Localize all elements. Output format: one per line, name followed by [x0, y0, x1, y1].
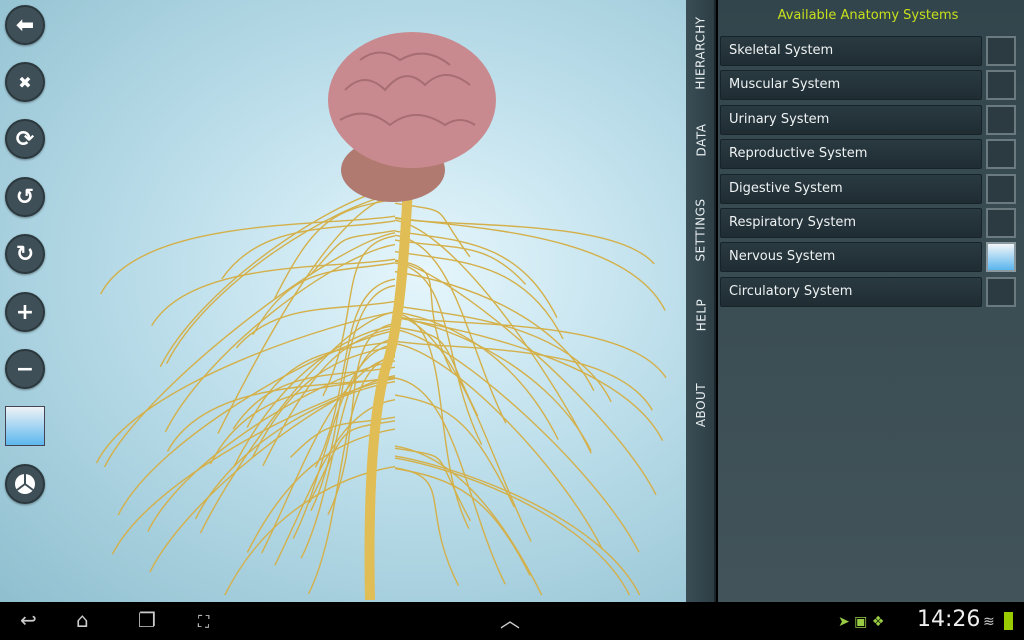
tab-data[interactable]: DATA: [686, 110, 716, 170]
system-checkbox[interactable]: [986, 173, 1016, 204]
rotate-right-button[interactable]: ↻: [5, 234, 45, 274]
system-row[interactable]: Urinary System: [720, 104, 982, 135]
nerve-branch: [232, 366, 396, 430]
system-row[interactable]: Muscular System: [720, 70, 982, 101]
wifi-icon: ≋: [983, 614, 995, 630]
3d-viewport[interactable]: [0, 0, 686, 602]
minus-icon: −: [15, 356, 35, 382]
system-row[interactable]: Reproductive System: [720, 139, 982, 170]
rotate-left-button[interactable]: ↺: [5, 177, 45, 217]
tab-label: DATA: [694, 123, 709, 157]
clock: 14:26: [917, 607, 981, 632]
back-nav-icon[interactable]: ↩: [20, 608, 37, 632]
nerve-branch: [394, 310, 559, 440]
nerve-branch: [151, 258, 396, 326]
zoom-out-button[interactable]: −: [5, 349, 45, 389]
nerve-branch: [194, 380, 396, 520]
nerve-branch: [394, 467, 531, 576]
rotate-left-icon: ↺: [15, 184, 35, 210]
screenshot-icon[interactable]: ⛶: [198, 610, 209, 634]
nerve-branch: [394, 457, 630, 596]
battery-icon: [1004, 612, 1013, 630]
tab-about[interactable]: ABOUT: [686, 375, 716, 435]
nerve-branch: [394, 328, 640, 553]
nerve-branch: [100, 215, 396, 295]
nerve-branch: [394, 467, 460, 586]
tab-label: SETTINGS: [694, 198, 708, 262]
nerve-branch: [394, 342, 604, 550]
system-checkbox[interactable]: [986, 36, 1016, 66]
system-navigation-bar: ↩ ⌂ ❐ ⛶ ︿ ➤ ▣ ❖ 14:26 ≋: [0, 602, 1024, 640]
zoom-in-button[interactable]: +: [5, 292, 45, 332]
plus-icon: +: [15, 299, 35, 325]
nerve-branch: [394, 340, 653, 411]
pie-view-button[interactable]: [5, 464, 45, 504]
recent-apps-icon[interactable]: ❐: [138, 608, 156, 632]
system-row[interactable]: Nervous System: [720, 242, 982, 273]
side-tabs: HIERARCHY DATA SETTINGS HELP ABOUT: [686, 0, 716, 602]
system-checkbox[interactable]: [986, 276, 1016, 307]
tab-label: ABOUT: [694, 382, 709, 428]
nerve-branch: [164, 243, 396, 433]
close-icon: ✖: [18, 72, 32, 92]
notification-icons: ➤ ▣ ❖: [838, 614, 885, 630]
panel-title: Available Anatomy Systems: [777, 8, 959, 23]
rotate-right-icon: ↻: [15, 241, 35, 267]
brain: [328, 32, 496, 168]
system-checkbox[interactable]: [986, 139, 1016, 170]
back-arrow-icon: ⬅: [15, 12, 35, 38]
system-row[interactable]: Digestive System: [720, 173, 982, 204]
system-checkbox[interactable]: [986, 70, 1016, 101]
refresh-icon: ⟳: [15, 126, 35, 152]
reset-view-button[interactable]: ⟳: [5, 119, 45, 159]
home-nav-icon[interactable]: ⌂: [76, 608, 89, 632]
close-button[interactable]: ✖: [5, 62, 45, 102]
tab-label: HELP: [694, 298, 708, 332]
nerve-branch: [394, 445, 543, 596]
background-color-button[interactable]: [5, 406, 45, 446]
system-checkbox[interactable]: [986, 104, 1016, 135]
tab-help[interactable]: HELP: [686, 290, 716, 340]
system-checkbox[interactable]: [986, 208, 1016, 238]
system-row[interactable]: Circulatory System: [720, 276, 982, 307]
tab-settings[interactable]: SETTINGS: [686, 190, 716, 270]
nerve-branch: [394, 316, 664, 441]
system-row[interactable]: Skeletal System: [720, 36, 982, 66]
chevron-up-icon[interactable]: ︿: [500, 608, 520, 632]
tab-label: HIERARCHY: [694, 15, 708, 90]
nerve-branch: [235, 300, 396, 349]
pie-chart-icon: [15, 474, 35, 494]
system-row[interactable]: Respiratory System: [720, 208, 982, 238]
tab-hierarchy[interactable]: HIERARCHY: [686, 5, 716, 100]
back-button[interactable]: ⬅: [5, 5, 45, 45]
system-checkbox[interactable]: [986, 242, 1016, 273]
systems-panel: Available Anatomy Systems Skeletal Syste…: [718, 0, 1024, 602]
nervous-system-model: [95, 32, 667, 601]
